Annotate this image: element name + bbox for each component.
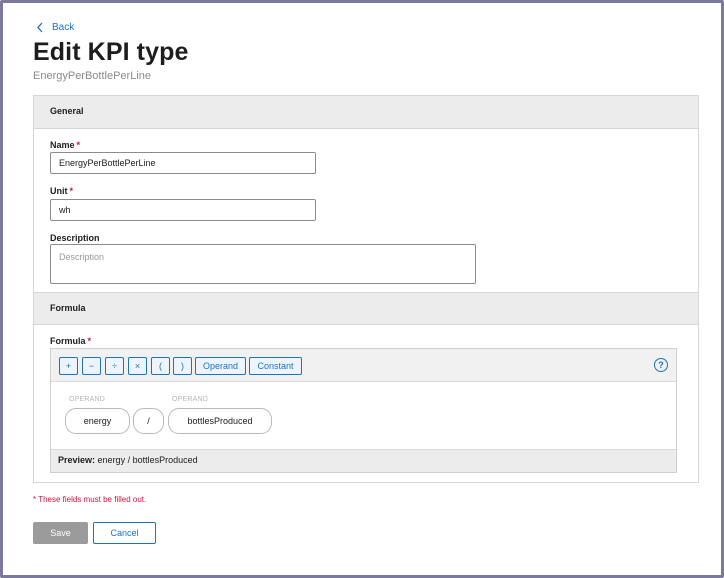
back-label: Back: [52, 22, 75, 33]
formula-label-text: Formula: [50, 336, 86, 346]
chevron-left-icon: [37, 22, 43, 33]
back-link[interactable]: Back: [36, 22, 74, 33]
name-label: Name *: [50, 140, 80, 150]
name-label-text: Name: [50, 140, 75, 150]
formula-editor: + − ÷ × ( ) Operand Constant ? OPERAND e…: [50, 348, 677, 473]
help-icon[interactable]: ?: [654, 358, 668, 372]
description-label: Description: [50, 233, 100, 243]
kpi-form-card: General Name * EnergyPerBottlePerLine Uni…: [33, 95, 699, 483]
page-subtitle: EnergyPerBottlePerLine: [33, 70, 152, 82]
required-mark: *: [76, 140, 81, 150]
operand-token-bottles-produced[interactable]: bottlesProduced: [168, 408, 272, 434]
unit-label: Unit *: [50, 186, 73, 196]
required-mark: *: [87, 336, 92, 346]
formula-label: Formula *: [50, 336, 91, 346]
formula-toolbar: + − ÷ × ( ) Operand Constant ?: [51, 349, 676, 382]
unit-label-text: Unit: [50, 186, 68, 196]
name-field[interactable]: EnergyPerBottlePerLine: [50, 152, 316, 174]
save-button[interactable]: Save: [33, 522, 88, 544]
page-title: Edit KPI type: [33, 38, 189, 66]
section-header-formula: Formula: [34, 292, 698, 325]
section-header-general: General: [34, 96, 698, 129]
required-fields-note: * These fields must be filled out.: [33, 495, 147, 504]
minus-button[interactable]: −: [82, 357, 101, 375]
preview-value: energy / bottlesProduced: [97, 455, 198, 465]
operator-token-divide[interactable]: /: [133, 408, 164, 434]
cancel-button[interactable]: Cancel: [93, 522, 156, 544]
operand-token-energy[interactable]: energy: [65, 408, 130, 434]
formula-canvas: OPERAND energy / OPERAND bottlesProduced: [51, 383, 676, 449]
preview-label: Preview:: [58, 455, 96, 465]
operand-caption: OPERAND: [172, 396, 209, 403]
open-paren-button[interactable]: (: [151, 357, 170, 375]
add-operand-button[interactable]: Operand: [195, 357, 246, 375]
formula-preview: Preview: energy / bottlesProduced: [51, 449, 676, 472]
multiply-button[interactable]: ×: [128, 357, 147, 375]
unit-field[interactable]: wh: [50, 199, 316, 221]
divide-button[interactable]: ÷: [105, 357, 124, 375]
add-constant-button[interactable]: Constant: [249, 357, 302, 375]
description-field[interactable]: Description: [50, 244, 476, 284]
close-paren-button[interactable]: ): [173, 357, 192, 375]
operand-caption: OPERAND: [69, 396, 106, 403]
required-mark: *: [69, 186, 74, 196]
plus-button[interactable]: +: [59, 357, 78, 375]
